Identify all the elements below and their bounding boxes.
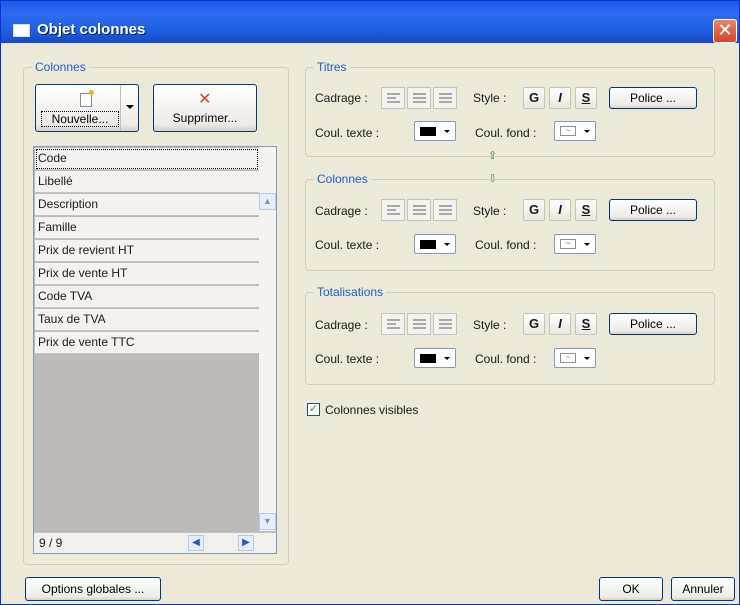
global-options-button[interactable]: Options globales ... bbox=[25, 577, 161, 601]
bg-color-label: Coul. fond : bbox=[475, 238, 537, 252]
black-swatch bbox=[420, 354, 436, 363]
text-color-picker[interactable] bbox=[414, 234, 456, 254]
delete-column-label: Supprimer... bbox=[172, 111, 238, 125]
alignment-label: Cadrage : bbox=[315, 318, 368, 332]
align-center-icon[interactable] bbox=[407, 199, 431, 221]
chevron-down-icon bbox=[444, 243, 450, 249]
align-right-icon[interactable] bbox=[433, 87, 457, 109]
alignment-label: Cadrage : bbox=[315, 91, 368, 105]
list-item[interactable]: Taux de TVA bbox=[35, 309, 259, 331]
align-right-icon[interactable] bbox=[433, 313, 457, 335]
strike-button[interactable]: S bbox=[575, 199, 597, 221]
close-button[interactable]: ✕ bbox=[713, 19, 737, 43]
bold-button[interactable]: G bbox=[523, 313, 545, 335]
new-document-icon bbox=[80, 90, 94, 107]
text-color-label: Coul. texte : bbox=[315, 126, 380, 140]
italic-button[interactable]: I bbox=[549, 313, 571, 335]
style-label: Style : bbox=[473, 204, 507, 218]
section-legend: Titres bbox=[314, 60, 350, 74]
bold-button[interactable]: G bbox=[523, 87, 545, 109]
no-color-icon: ~ bbox=[560, 353, 576, 363]
italic-button[interactable]: I bbox=[549, 199, 571, 221]
list-item[interactable]: Famille bbox=[35, 217, 259, 239]
columns-list[interactable]: Code Libellé Description Famille Prix de… bbox=[33, 146, 497, 554]
chevron-down-icon bbox=[444, 130, 450, 136]
align-left-icon[interactable] bbox=[381, 313, 405, 335]
window-title: Objet colonnes bbox=[37, 21, 146, 38]
new-column-button[interactable]: Nouvelle... bbox=[35, 84, 139, 132]
section-legend: Totalisations bbox=[314, 285, 387, 299]
list-item[interactable]: Prix de vente HT bbox=[35, 263, 259, 285]
item-counter: 9 / 9 bbox=[39, 536, 63, 550]
chevron-down-icon bbox=[584, 130, 590, 136]
black-swatch bbox=[420, 127, 436, 136]
vertical-scrollbar[interactable]: ⇪ ⇩ ▲ ▼ bbox=[259, 147, 497, 531]
next-arrow-icon[interactable]: ▶ bbox=[238, 535, 254, 551]
previous-arrow-icon[interactable]: ◀ bbox=[188, 535, 204, 551]
no-color-icon: ~ bbox=[560, 239, 576, 249]
style-label: Style : bbox=[473, 318, 507, 332]
black-swatch bbox=[420, 240, 436, 249]
columns-group-legend: Colonnes bbox=[32, 60, 89, 74]
list-item[interactable]: Prix de vente TTC bbox=[35, 332, 259, 354]
cancel-button[interactable]: Annuler bbox=[671, 577, 735, 601]
list-item[interactable]: Libellé bbox=[35, 171, 259, 193]
italic-button[interactable]: I bbox=[549, 87, 571, 109]
alignment-buttons bbox=[381, 87, 459, 109]
window-icon bbox=[13, 24, 30, 37]
text-color-picker[interactable] bbox=[414, 121, 456, 141]
no-color-icon: ~ bbox=[560, 126, 576, 136]
bg-color-label: Coul. fond : bbox=[475, 352, 537, 366]
strike-button[interactable]: S bbox=[575, 313, 597, 335]
delete-column-button[interactable]: ✕ Supprimer... bbox=[153, 84, 257, 132]
alignment-buttons bbox=[381, 199, 459, 221]
alignment-buttons bbox=[381, 313, 459, 335]
new-column-label: Nouvelle... bbox=[41, 111, 119, 127]
list-item[interactable]: Code TVA bbox=[35, 286, 259, 308]
titles-section: Titres bbox=[305, 60, 715, 157]
bg-color-label: Coul. fond : bbox=[475, 126, 537, 140]
style-label: Style : bbox=[473, 91, 507, 105]
dialog-window: Objet colonnes ✕ Colonnes Nouvelle... ✕ … bbox=[0, 0, 740, 605]
strike-button[interactable]: S bbox=[575, 87, 597, 109]
align-center-icon[interactable] bbox=[407, 87, 431, 109]
list-item[interactable]: Code bbox=[35, 148, 259, 170]
bg-color-picker[interactable]: ~ bbox=[554, 234, 596, 254]
chevron-down-icon bbox=[584, 243, 590, 249]
font-button[interactable]: Police ... bbox=[609, 199, 697, 221]
alignment-label: Cadrage : bbox=[315, 204, 368, 218]
list-item[interactable]: Description bbox=[35, 194, 259, 216]
align-center-icon[interactable] bbox=[407, 313, 431, 335]
delete-icon: ✕ bbox=[198, 91, 212, 108]
columns-section: Colonnes bbox=[305, 172, 715, 271]
bg-color-picker[interactable]: ~ bbox=[554, 348, 596, 368]
text-color-picker[interactable] bbox=[414, 348, 456, 368]
scroll-up-button[interactable]: ▲ bbox=[259, 193, 276, 210]
align-left-icon[interactable] bbox=[381, 199, 405, 221]
ok-button[interactable]: OK bbox=[599, 577, 663, 601]
text-color-label: Coul. texte : bbox=[315, 238, 380, 252]
font-button[interactable]: Police ... bbox=[609, 313, 697, 335]
bg-color-picker[interactable]: ~ bbox=[554, 121, 596, 141]
chevron-down-icon bbox=[584, 357, 590, 363]
totals-section: Totalisations bbox=[305, 285, 715, 385]
font-button[interactable]: Police ... bbox=[609, 87, 697, 109]
list-item[interactable]: Prix de revient HT bbox=[35, 240, 259, 262]
scroll-down-button[interactable]: ▼ bbox=[259, 513, 276, 530]
section-legend: Colonnes bbox=[314, 172, 371, 186]
chevron-down-icon bbox=[444, 357, 450, 363]
title-bar[interactable]: Objet colonnes ✕ bbox=[1, 1, 739, 43]
chevron-down-icon[interactable] bbox=[120, 85, 138, 131]
text-color-label: Coul. texte : bbox=[315, 352, 380, 366]
visible-columns-checkbox[interactable]: ✓ bbox=[307, 403, 320, 416]
bold-button[interactable]: G bbox=[523, 199, 545, 221]
visible-columns-label[interactable]: Colonnes visibles bbox=[325, 403, 418, 417]
list-footer: 9 / 9 ◀ ▶ bbox=[34, 532, 276, 553]
align-left-icon[interactable] bbox=[381, 87, 405, 109]
align-right-icon[interactable] bbox=[433, 199, 457, 221]
